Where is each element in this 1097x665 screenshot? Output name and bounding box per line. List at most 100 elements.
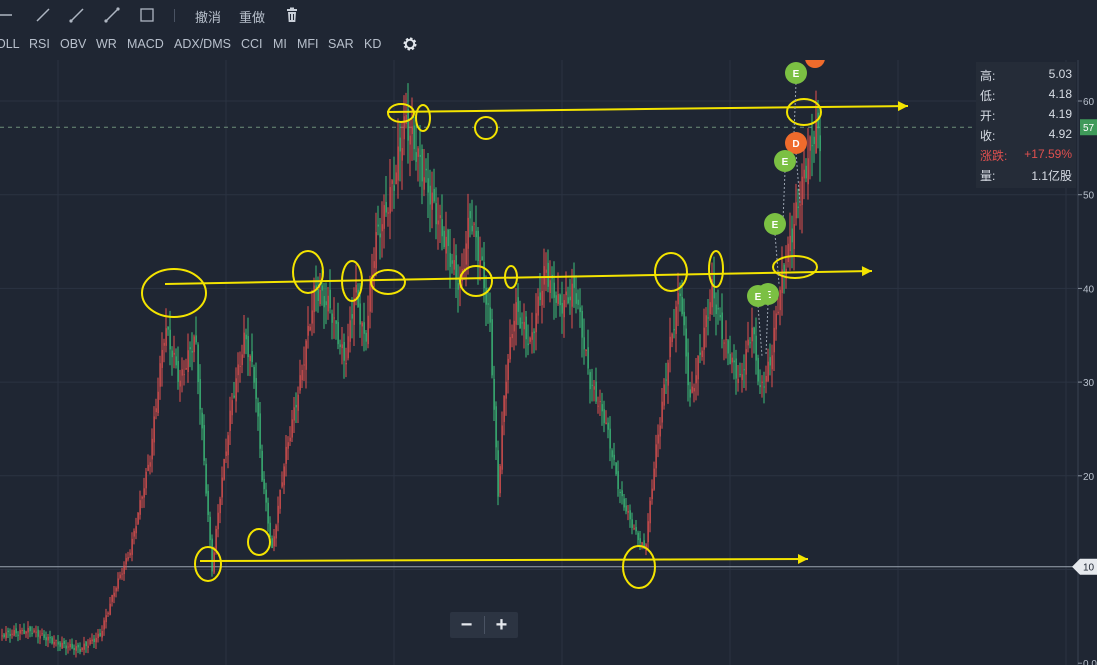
- candle-body: [305, 340, 307, 370]
- indicator-cci[interactable]: CCI: [241, 37, 263, 51]
- candle-body: [23, 629, 25, 634]
- candle-body: [511, 334, 513, 339]
- candle-body: [435, 203, 437, 225]
- candle-body: [235, 378, 237, 402]
- candle-body: [403, 116, 405, 140]
- candle-body: [205, 463, 207, 494]
- candle-body: [395, 172, 397, 185]
- annotation-circle: [772, 255, 818, 279]
- event-marker-d: [805, 60, 825, 68]
- candle-body: [227, 435, 229, 456]
- candle-body: [407, 108, 409, 141]
- candle-body: [431, 192, 433, 210]
- settings-gear-icon[interactable]: [401, 35, 419, 53]
- candle-body: [439, 215, 441, 219]
- candle-body: [473, 223, 475, 225]
- candle-body: [633, 528, 635, 530]
- candle-body: [575, 293, 577, 304]
- candle-body: [559, 294, 561, 306]
- candle-body: [731, 357, 733, 363]
- candle-body: [759, 384, 761, 388]
- axis-tick-label: 20: [1083, 472, 1095, 483]
- candle-body: [21, 630, 23, 632]
- candle-body: [655, 444, 657, 469]
- candle-body: [483, 262, 485, 289]
- candle-body: [11, 633, 13, 635]
- candle-body: [703, 327, 705, 350]
- candle-body: [269, 522, 271, 538]
- candle-body: [217, 512, 219, 530]
- candle-body: [275, 525, 277, 539]
- candle-body: [603, 409, 605, 424]
- candle-body: [35, 631, 37, 633]
- undo-button[interactable]: 撤消: [195, 7, 221, 26]
- candle-body: [501, 425, 503, 470]
- annotation-circle: [370, 269, 406, 295]
- event-marker-label: D: [792, 139, 799, 150]
- indicator-obv[interactable]: OBV: [60, 37, 86, 51]
- candle-body: [331, 313, 333, 323]
- candle-body: [467, 217, 469, 249]
- candle-body: [215, 528, 217, 552]
- candle-body: [243, 332, 245, 354]
- candle-body: [729, 353, 731, 365]
- trend-line-tool-icon[interactable]: [34, 6, 52, 24]
- indicator-boll[interactable]: OLL: [0, 37, 20, 51]
- candle-body: [585, 350, 587, 352]
- horizontal-line-tool-icon[interactable]: [0, 6, 14, 24]
- candle-body: [185, 368, 187, 370]
- candle-body: [303, 364, 305, 366]
- ray-line-tool-icon[interactable]: [68, 6, 86, 24]
- zoom-out-button[interactable]: −: [450, 612, 483, 638]
- candle-body: [611, 450, 613, 458]
- candle-body: [351, 314, 353, 319]
- candle-body: [159, 363, 161, 387]
- candle-body: [311, 310, 313, 324]
- candle-body: [299, 375, 301, 391]
- trash-icon[interactable]: [283, 6, 301, 24]
- candle-body: [9, 634, 11, 637]
- indicator-sar[interactable]: SAR: [328, 37, 354, 51]
- indicator-wr[interactable]: WR: [96, 37, 117, 51]
- indicator-rsi[interactable]: RSI: [29, 37, 50, 51]
- indicator-mfi[interactable]: MFI: [297, 37, 319, 51]
- low-value: 4.18: [1048, 87, 1072, 101]
- candle-body: [429, 185, 431, 205]
- candlestick-chart[interactable]: EDEEEE 6050403020100.05710: [0, 60, 1097, 665]
- candle-body: [83, 643, 85, 650]
- indicator-adx-dms[interactable]: ADX/DMS: [174, 37, 231, 51]
- candle-body: [115, 587, 117, 592]
- candle-body: [317, 288, 319, 301]
- indicator-kd[interactable]: KD: [364, 37, 381, 51]
- candle-body: [757, 357, 759, 382]
- candle-body: [73, 648, 75, 651]
- candle-body: [709, 302, 711, 315]
- candle-body: [177, 361, 179, 382]
- indicator-mi[interactable]: MI: [273, 37, 287, 51]
- candle-body: [535, 313, 537, 333]
- candle-body: [341, 344, 343, 349]
- candle-body: [119, 574, 121, 579]
- candle-body: [277, 505, 279, 523]
- zoom-in-button[interactable]: +: [485, 612, 518, 638]
- candle-body: [123, 565, 125, 575]
- candle-body: [173, 352, 175, 355]
- candle-body: [283, 466, 285, 486]
- candle-body: [571, 283, 573, 307]
- candle-body: [647, 521, 649, 543]
- candle-body: [67, 646, 69, 648]
- rectangle-tool-icon[interactable]: [138, 6, 156, 24]
- segment-tool-icon[interactable]: [103, 6, 121, 24]
- resistance-arrow-top: [386, 105, 909, 113]
- candle-body: [121, 573, 123, 575]
- line-price-tag-label: 10: [1083, 563, 1095, 574]
- candle-body: [373, 261, 375, 268]
- candle-body: [471, 225, 473, 232]
- resistance-arrow-mid: [164, 270, 873, 285]
- candle-body: [811, 145, 813, 147]
- redo-button[interactable]: 重做: [239, 7, 265, 26]
- candle-body: [329, 289, 331, 309]
- indicator-macd[interactable]: MACD: [127, 37, 164, 51]
- annotation-circle: [415, 104, 431, 132]
- candle-body: [423, 177, 425, 190]
